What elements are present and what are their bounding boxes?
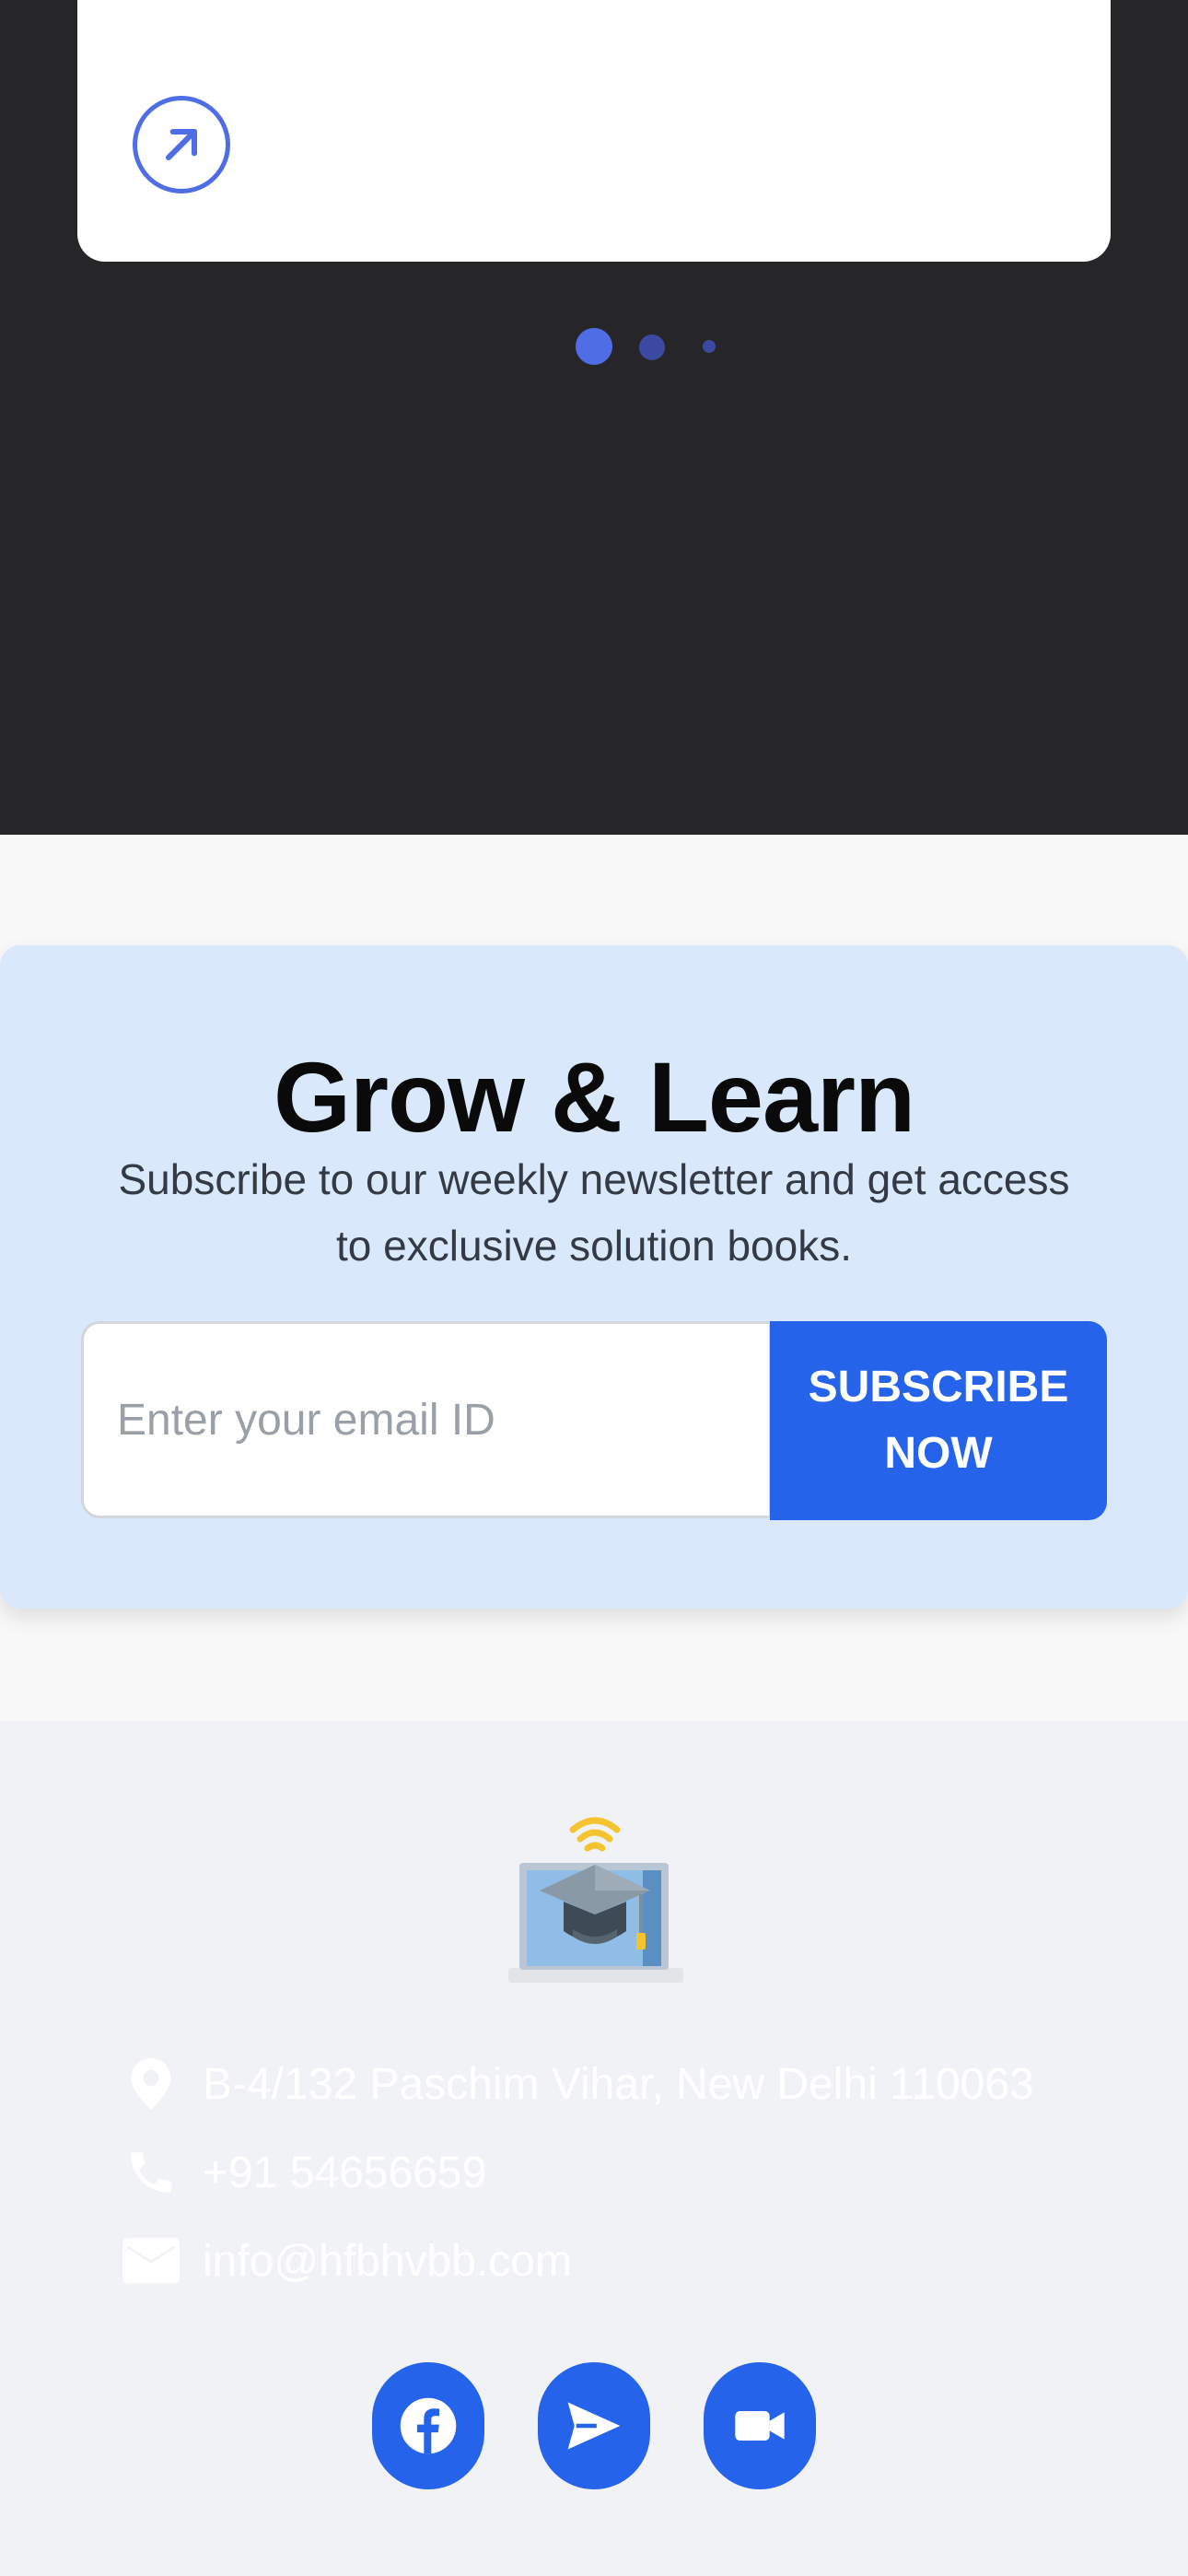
- phone-icon: [120, 2141, 182, 2204]
- facebook-button[interactable]: [372, 2362, 484, 2489]
- address-text: B-4/132 Paschim Vihar, New Delhi 110063: [203, 2059, 1034, 2109]
- footer: B-4/132 Paschim Vihar, New Delhi 110063 …: [0, 1721, 1188, 2576]
- phone-text: +91 54656659: [203, 2148, 487, 2197]
- facebook-icon: [400, 2397, 457, 2454]
- video-camera-icon: [735, 2411, 785, 2441]
- newsletter-card: Grow & Learn Subscribe to our weekly new…: [0, 945, 1188, 1609]
- location-pin-icon: [120, 2053, 182, 2115]
- card-link-button[interactable]: [133, 96, 230, 193]
- graduation-cap-laptop-icon: [508, 1817, 683, 1983]
- telegram-button[interactable]: [538, 2362, 650, 2489]
- carousel-card: [77, 0, 1111, 262]
- carousel-dot-1[interactable]: [576, 328, 612, 365]
- mail-icon: [120, 2230, 182, 2292]
- carousel-dot-2[interactable]: [639, 334, 665, 360]
- email-text: info@hfbhvbb.com: [203, 2236, 572, 2286]
- phone-row[interactable]: +91 54656659: [120, 2136, 486, 2209]
- address-row: B-4/132 Paschim Vihar, New Delhi 110063: [120, 2047, 1034, 2121]
- carousel-pagination: [0, 328, 1188, 365]
- newsletter-subtitle: Subscribe to our weekly newsletter and g…: [118, 1155, 1070, 1270]
- arrow-up-right-icon: [165, 128, 198, 161]
- carousel-dot-3[interactable]: [703, 340, 716, 353]
- email-row[interactable]: info@hfbhvbb.com: [120, 2224, 572, 2298]
- carousel-section: [0, 0, 1188, 835]
- subscribe-button[interactable]: SUBSCRIBE NOW: [770, 1321, 1107, 1520]
- send-icon: [567, 2402, 621, 2450]
- video-button[interactable]: [704, 2362, 816, 2489]
- newsletter-title: Grow & Learn: [273, 1041, 915, 1153]
- email-input[interactable]: [81, 1321, 772, 1518]
